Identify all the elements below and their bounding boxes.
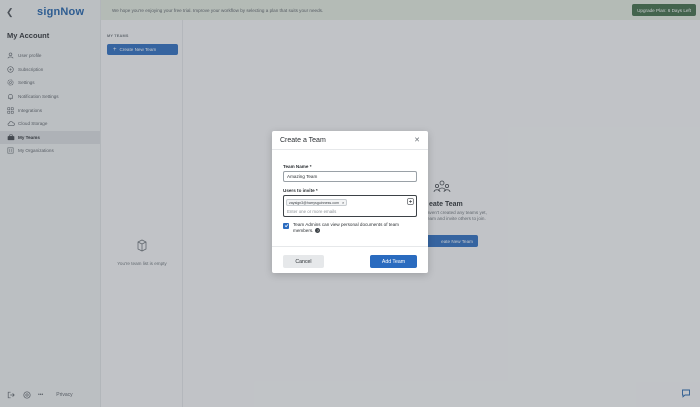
chip-remove-icon[interactable]: × xyxy=(342,200,344,205)
email-chip: zaysign3@harrysguinness.com × xyxy=(286,199,348,206)
info-icon[interactable]: ? xyxy=(315,228,321,234)
email-chip-label: zaysign3@harrysguinness.com xyxy=(289,200,339,205)
close-icon[interactable]: ✕ xyxy=(414,137,420,144)
create-team-dialog: Create a Team ✕ Team Name * Users to inv… xyxy=(272,131,428,273)
add-team-button[interactable]: Add Team xyxy=(370,255,417,268)
users-to-invite-label: Users to invite * xyxy=(283,188,318,193)
dialog-title: Create a Team xyxy=(280,136,326,144)
cancel-button[interactable]: Cancel xyxy=(283,255,324,268)
dialog-footer: Cancel Add Team xyxy=(272,246,428,273)
users-to-invite-field[interactable]: zaysign3@harrysguinness.com × xyxy=(283,195,417,217)
dialog-header: Create a Team ✕ xyxy=(272,131,428,150)
team-name-input[interactable] xyxy=(283,171,417,182)
add-contacts-icon[interactable] xyxy=(407,198,414,205)
admin-view-checkbox[interactable] xyxy=(283,222,289,229)
team-name-label: Team Name * xyxy=(283,164,312,169)
admin-view-label: Team Admins can view personal documents … xyxy=(293,222,399,234)
admin-view-option: Team Admins can view personal documents … xyxy=(283,222,417,234)
users-email-input[interactable] xyxy=(287,208,397,215)
